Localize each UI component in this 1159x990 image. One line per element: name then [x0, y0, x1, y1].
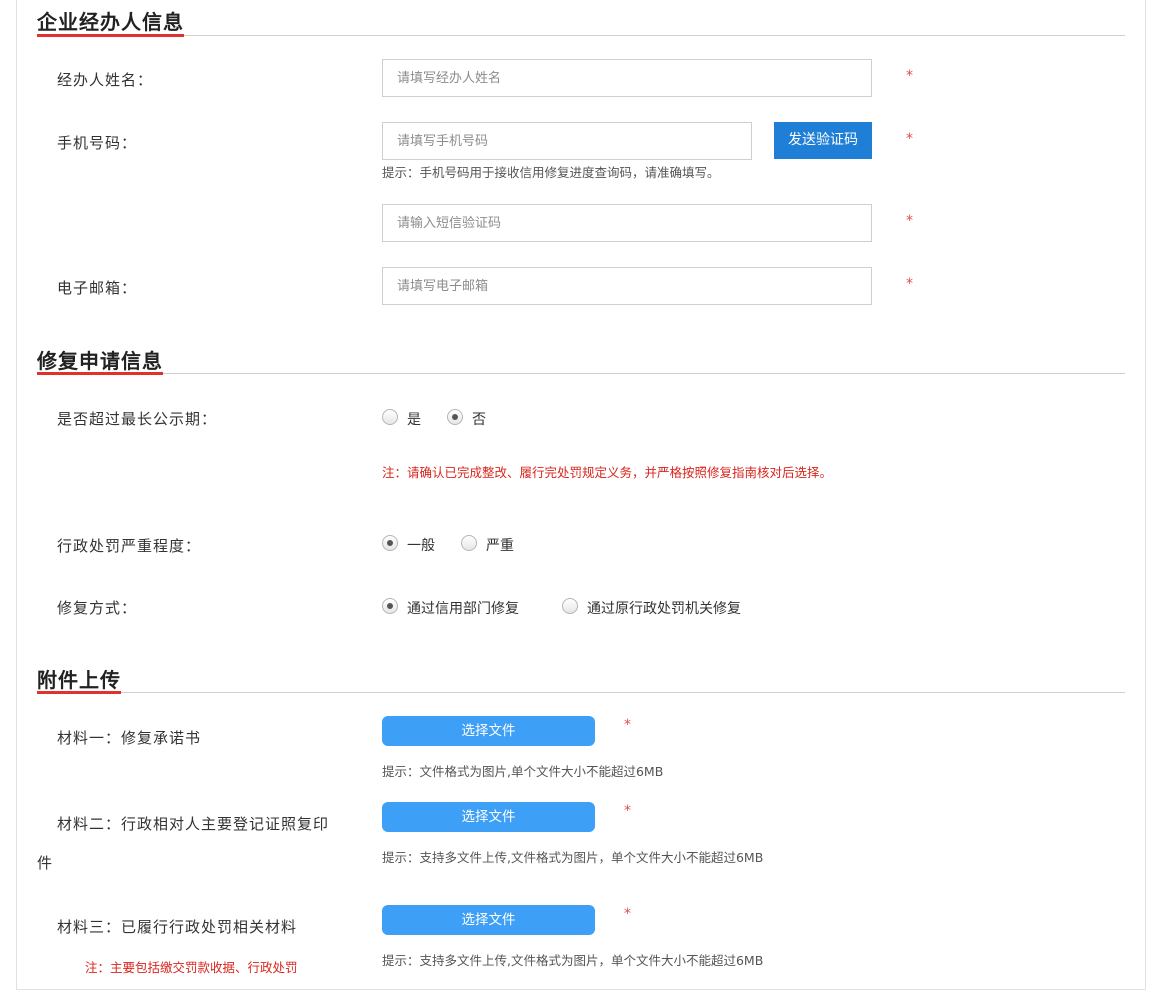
choose-file-button-2[interactable]: 选择文件	[382, 802, 595, 832]
material-2-hint: 提示：支持多文件上传,文件格式为图片，单个文件大小不能超过6MB	[382, 850, 764, 865]
required-mark: *	[624, 803, 631, 819]
material-2-label-cont: 件	[37, 854, 54, 872]
radio-label-no: 否	[472, 412, 486, 428]
section-title-attachments: 附件上传	[37, 668, 121, 692]
radio-severity-serious[interactable]	[461, 535, 477, 551]
radio-over-period-yes[interactable]	[382, 409, 398, 425]
radio-label-general: 一般	[407, 538, 435, 554]
required-mark: *	[906, 68, 913, 84]
choose-file-button-3[interactable]: 选择文件	[382, 905, 595, 935]
material-1-hint: 提示：文件格式为图片,单个文件大小不能超过6MB	[382, 764, 664, 779]
section-divider	[37, 35, 1125, 36]
repair-method-label: 修复方式：	[57, 599, 138, 617]
phone-hint: 提示：手机号码用于接收信用修复进度查询码，请准确填写。	[382, 165, 720, 180]
material-1-label: 材料一：修复承诺书	[57, 729, 202, 747]
phone-label: 手机号码：	[57, 134, 138, 152]
radio-method-credit-dept[interactable]	[382, 598, 398, 614]
radio-method-original-authority[interactable]	[562, 598, 578, 614]
material-3-label: 材料三：已履行行政处罚相关材料	[57, 918, 298, 936]
radio-label-serious: 严重	[486, 538, 514, 554]
required-mark: *	[906, 131, 913, 147]
required-mark: *	[624, 717, 631, 733]
material-3-note: 注：主要包括缴交罚款收据、行政处罚	[85, 960, 298, 975]
send-code-button[interactable]: 发送验证码	[774, 122, 872, 159]
required-mark: *	[906, 276, 913, 292]
choose-file-button-1[interactable]: 选择文件	[382, 716, 595, 746]
radio-severity-general[interactable]	[382, 535, 398, 551]
section-title-underline	[37, 34, 184, 37]
agent-name-input[interactable]	[382, 59, 872, 97]
email-input[interactable]	[382, 267, 872, 305]
section-title-agent-info: 企业经办人信息	[37, 10, 184, 34]
required-mark: *	[906, 213, 913, 229]
material-3-hint: 提示：支持多文件上传,文件格式为图片，单个文件大小不能超过6MB	[382, 953, 764, 968]
section-divider	[37, 692, 1125, 693]
phone-input[interactable]	[382, 122, 752, 160]
material-2-label: 材料二：行政相对人主要登记证照复印	[57, 815, 330, 833]
radio-label-original-authority: 通过原行政处罚机关修复	[587, 601, 741, 617]
section-title-underline	[37, 691, 121, 694]
radio-label-yes: 是	[407, 412, 421, 428]
section-title-underline	[37, 372, 163, 375]
radio-over-period-no[interactable]	[447, 409, 463, 425]
section-title-repair-info: 修复申请信息	[37, 349, 163, 373]
over-period-note: 注：请确认已完成整改、履行完处罚规定义务，并严格按照修复指南核对后选择。	[382, 465, 833, 480]
section-divider	[37, 373, 1125, 374]
over-period-label: 是否超过最长公示期：	[57, 410, 218, 428]
email-label: 电子邮箱：	[57, 279, 138, 297]
radio-label-credit-dept: 通过信用部门修复	[407, 601, 519, 617]
agent-name-label: 经办人姓名：	[57, 71, 154, 89]
severity-label: 行政处罚严重程度：	[57, 537, 202, 555]
required-mark: *	[624, 906, 631, 922]
sms-code-input[interactable]	[382, 204, 872, 242]
